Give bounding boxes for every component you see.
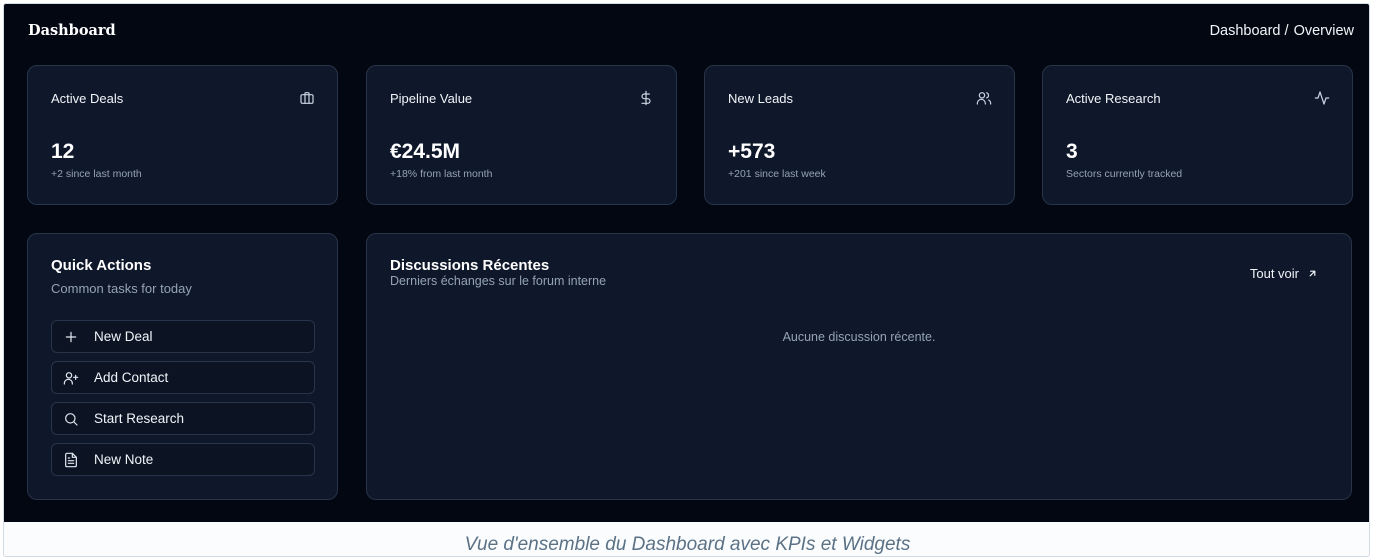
dollar-icon: [638, 90, 654, 106]
kpi-subtext: +201 since last week: [728, 168, 826, 180]
button-label: Start Research: [94, 411, 185, 426]
kpi-label: New Leads: [728, 91, 794, 106]
users-icon: [976, 90, 992, 106]
kpi-card-active-research: Active Research 3 Sectors currently trac…: [1042, 65, 1353, 205]
empty-state-message: Aucune discussion récente.: [782, 330, 936, 344]
new-note-button[interactable]: New Note: [51, 443, 315, 476]
user-plus-icon: [63, 370, 79, 386]
plus-icon: [63, 329, 79, 345]
recent-discussions-card: Discussions Récentes Derniers échanges s…: [366, 233, 1352, 500]
kpi-value: 12: [51, 140, 75, 163]
kpi-value: €24.5M: [390, 140, 461, 163]
kpi-label: Active Research: [1066, 91, 1161, 106]
add-contact-button[interactable]: Add Contact: [51, 361, 315, 394]
view-all-label: Tout voir: [1249, 266, 1299, 281]
activity-icon: [1314, 90, 1330, 106]
kpi-value: +573: [728, 140, 776, 163]
briefcase-icon: [299, 90, 315, 106]
quick-actions-title: Quick Actions: [51, 257, 152, 274]
view-all-link[interactable]: Tout voir: [1250, 266, 1318, 281]
kpi-subtext: +18% from last month: [390, 168, 493, 180]
kpi-card-new-leads: New Leads +573 +201 since last week: [704, 65, 1015, 205]
figure-caption: Vue d'ensemble du Dashboard avec KPIs et…: [464, 534, 911, 555]
discussions-subtitle: Derniers échanges sur le forum interne: [390, 274, 607, 288]
button-label: New Note: [94, 452, 154, 467]
discussions-title: Discussions Récentes: [390, 257, 550, 274]
kpi-value: 3: [1066, 140, 1078, 163]
kpi-label: Active Deals: [51, 91, 124, 106]
breadcrumb-dashboard[interactable]: Dashboard /: [1210, 23, 1289, 39]
page-title: Dashboard: [28, 22, 116, 39]
button-label: Add Contact: [94, 370, 169, 385]
quick-actions-card: Quick Actions Common tasks for today New…: [27, 233, 338, 500]
kpi-card-active-deals: Active Deals 12 +2 since last month: [27, 65, 338, 205]
kpi-label: Pipeline Value: [390, 91, 473, 106]
arrow-up-right-icon: [1307, 268, 1318, 279]
kpi-subtext: Sectors currently tracked: [1066, 168, 1183, 180]
dashboard-app: Dashboard Dashboard / Overview Active De…: [4, 4, 1369, 522]
breadcrumb-overview: Overview: [1293, 23, 1354, 39]
kpi-card-pipeline-value: Pipeline Value €24.5M +18% from last mon…: [366, 65, 677, 205]
button-label: New Deal: [94, 329, 153, 344]
breadcrumb: Dashboard / Overview: [1210, 23, 1354, 39]
screenshot-frame: Dashboard Dashboard / Overview Active De…: [3, 3, 1370, 557]
new-deal-button[interactable]: New Deal: [51, 320, 315, 353]
quick-actions-subtitle: Common tasks for today: [51, 281, 192, 296]
file-text-icon: [63, 452, 79, 468]
search-icon: [63, 411, 79, 427]
start-research-button[interactable]: Start Research: [51, 402, 315, 435]
kpi-subtext: +2 since last month: [51, 168, 142, 180]
